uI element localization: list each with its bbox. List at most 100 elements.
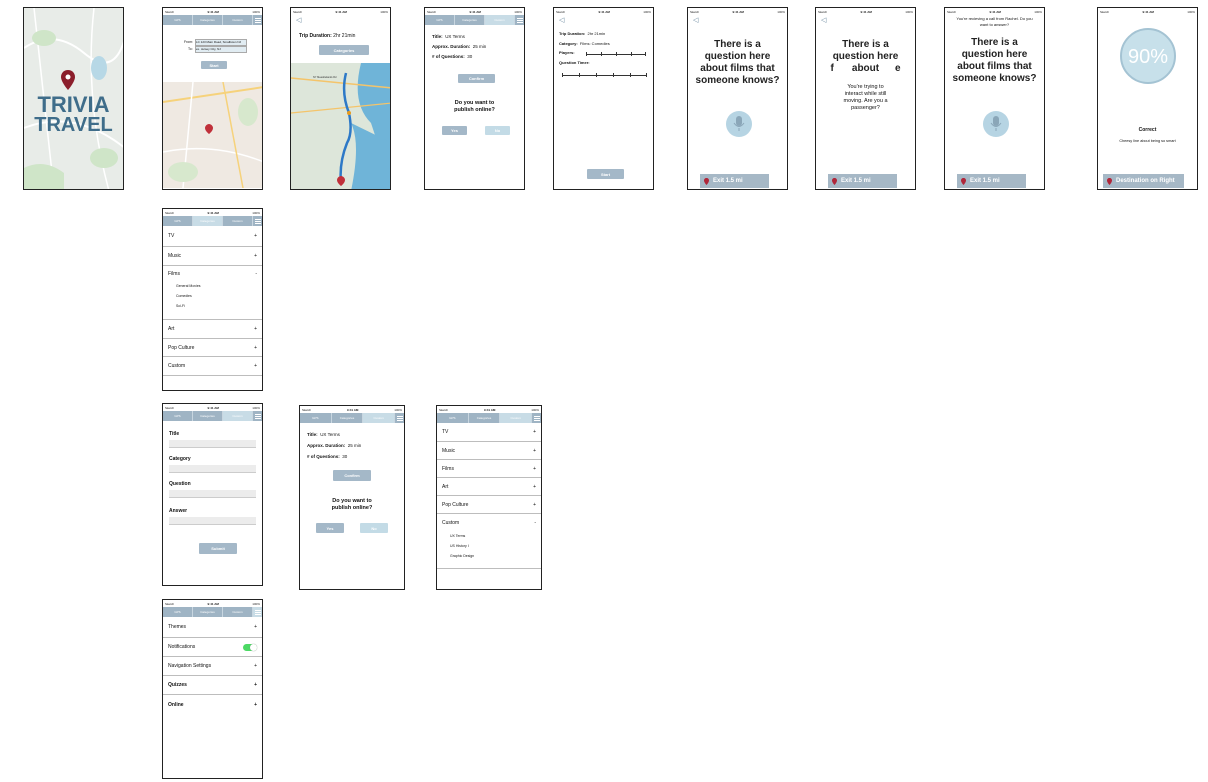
- settings-label: Themes: [168, 624, 187, 630]
- route-map[interactable]: [163, 82, 263, 188]
- expand-icon: +: [254, 624, 257, 630]
- subcategory-item[interactable]: Graphic Design: [437, 551, 541, 561]
- tab-categories[interactable]: Categories: [193, 607, 223, 617]
- category-music[interactable]: Music +: [163, 247, 262, 266]
- tab-gps[interactable]: GPS: [163, 15, 193, 25]
- destination-pin-icon: [337, 176, 345, 186]
- tab-gps[interactable]: GPS: [163, 411, 193, 421]
- answer-field[interactable]: [169, 517, 256, 525]
- category-custom-header[interactable]: Custom -: [437, 514, 541, 531]
- menu-icon[interactable]: [253, 216, 262, 226]
- passenger-prompt[interactable]: You're trying to interact while still mo…: [838, 82, 893, 114]
- subcategory-item[interactable]: US History I: [437, 541, 541, 551]
- trip-duration-value: 2hr 21min: [587, 31, 606, 36]
- carrier: Sketch: [165, 601, 175, 606]
- back-icon[interactable]: ◁: [821, 16, 826, 24]
- tab-gps[interactable]: GPS: [163, 216, 193, 226]
- confirm-button[interactable]: Confirm: [458, 74, 495, 83]
- timer-slider[interactable]: [562, 73, 647, 77]
- carrier: Sketch: [165, 405, 175, 410]
- start-button[interactable]: Start: [587, 169, 624, 179]
- submit-button[interactable]: Submit: [199, 543, 237, 554]
- category-films[interactable]: Films - General Movies Comedies Sci-Fi: [163, 266, 262, 320]
- back-icon[interactable]: ◁: [693, 16, 698, 24]
- tab-gps[interactable]: GPS: [425, 15, 455, 25]
- tab-categories[interactable]: Categories: [193, 411, 223, 421]
- menu-icon[interactable]: [532, 413, 541, 423]
- microphone-icon[interactable]: [726, 111, 752, 137]
- clock: 9:41 AM: [989, 9, 1001, 14]
- category-films[interactable]: Films +: [437, 460, 541, 478]
- category-pop-culture[interactable]: Pop Culture +: [163, 339, 262, 357]
- carrier: Sketch: [165, 210, 175, 215]
- players-slider[interactable]: [586, 52, 646, 56]
- back-icon[interactable]: ◁: [296, 16, 301, 24]
- battery: 100%: [394, 407, 402, 412]
- tab-categories[interactable]: Categories: [193, 15, 223, 25]
- category-art[interactable]: Art +: [163, 320, 262, 339]
- menu-icon[interactable]: [395, 413, 404, 423]
- category-field[interactable]: [169, 465, 256, 473]
- category-music[interactable]: Music +: [437, 442, 541, 460]
- menu-icon[interactable]: [253, 15, 262, 25]
- trip-duration-label: Trip Duration:: [559, 31, 586, 36]
- yes-button[interactable]: Yes: [442, 126, 467, 135]
- title-field[interactable]: [169, 440, 256, 448]
- category-pop-culture[interactable]: Pop Culture +: [437, 496, 541, 514]
- tab-custom[interactable]: Custom: [485, 15, 515, 25]
- battery: 100%: [252, 405, 260, 410]
- subcategory-item[interactable]: General Movies: [163, 281, 262, 291]
- category-films-header[interactable]: Films -: [163, 266, 262, 281]
- categories-button[interactable]: Categories: [319, 45, 369, 55]
- tab-gps[interactable]: GPS: [163, 607, 193, 617]
- to-field[interactable]: ex. Jersey City, NJ: [195, 46, 247, 53]
- count-label: # of Questions:: [432, 54, 465, 59]
- settings-quizzes[interactable]: Quizzes +: [163, 676, 262, 695]
- tab-custom[interactable]: Custom: [223, 216, 253, 226]
- tab-custom[interactable]: Custom: [223, 607, 253, 617]
- approx-duration: Approx. Duration: 25 min: [307, 443, 361, 448]
- category-custom[interactable]: Custom +: [163, 357, 262, 376]
- tab-gps[interactable]: GPS: [300, 413, 332, 423]
- tab-custom[interactable]: Custom: [223, 15, 253, 25]
- no-button[interactable]: No: [485, 126, 510, 135]
- tab-categories[interactable]: Categories: [469, 413, 501, 423]
- from-field[interactable]: LC 123 Main Road, Smalltown NJ: [195, 39, 247, 46]
- subcategory-item[interactable]: UX Terms: [437, 531, 541, 541]
- category-tv[interactable]: TV +: [437, 423, 541, 442]
- microphone-icon[interactable]: [983, 111, 1009, 137]
- tab-categories[interactable]: Categories: [193, 216, 223, 226]
- status-bar: Sketch 9:41 AM 100%: [688, 8, 787, 15]
- tab-categories[interactable]: Categories: [332, 413, 364, 423]
- gps-screen: Sketch 9:41 AM 100% GPS Categories Custom …: [162, 7, 263, 190]
- quiz-title: Title: UX Terms: [307, 432, 340, 437]
- settings-navigation[interactable]: Navigation Settings +: [163, 657, 262, 676]
- notifications-toggle[interactable]: [243, 643, 257, 651]
- category-art[interactable]: Art +: [437, 478, 541, 496]
- subcategory-item[interactable]: Sci-Fi: [163, 301, 262, 311]
- tab-custom[interactable]: Custom: [363, 413, 396, 423]
- category-custom[interactable]: Custom - UX Terms US History I Graphic De…: [437, 514, 541, 569]
- call-banner[interactable]: You're recieving a call from Rachel. Do …: [953, 16, 1036, 28]
- no-button[interactable]: No: [360, 523, 388, 533]
- settings-themes[interactable]: Themes +: [163, 617, 262, 638]
- menu-icon[interactable]: [515, 15, 524, 25]
- confirm-button[interactable]: Confirm: [333, 470, 371, 481]
- route-map[interactable]: [291, 63, 391, 190]
- tab-custom[interactable]: Custom: [500, 413, 533, 423]
- start-button[interactable]: Start: [201, 61, 227, 69]
- status-bar: Sketch 9:41 AM 100%: [163, 600, 262, 607]
- settings-online[interactable]: Online +: [163, 695, 262, 714]
- menu-icon[interactable]: [253, 607, 262, 617]
- tab-gps[interactable]: GPS: [437, 413, 469, 423]
- back-icon[interactable]: ◁: [559, 16, 564, 24]
- subcategory-item[interactable]: Comedies: [163, 291, 262, 301]
- question-screen: Sketch 9:41 AM 100% ◁ There is a question …: [687, 7, 788, 190]
- clock: 9:41 AM: [598, 9, 610, 14]
- yes-button[interactable]: Yes: [316, 523, 344, 533]
- tab-categories[interactable]: Categories: [455, 15, 485, 25]
- category-tv[interactable]: TV +: [163, 226, 262, 247]
- tab-custom[interactable]: Custom: [223, 411, 253, 421]
- question-field[interactable]: [169, 490, 256, 498]
- menu-icon[interactable]: [253, 411, 262, 421]
